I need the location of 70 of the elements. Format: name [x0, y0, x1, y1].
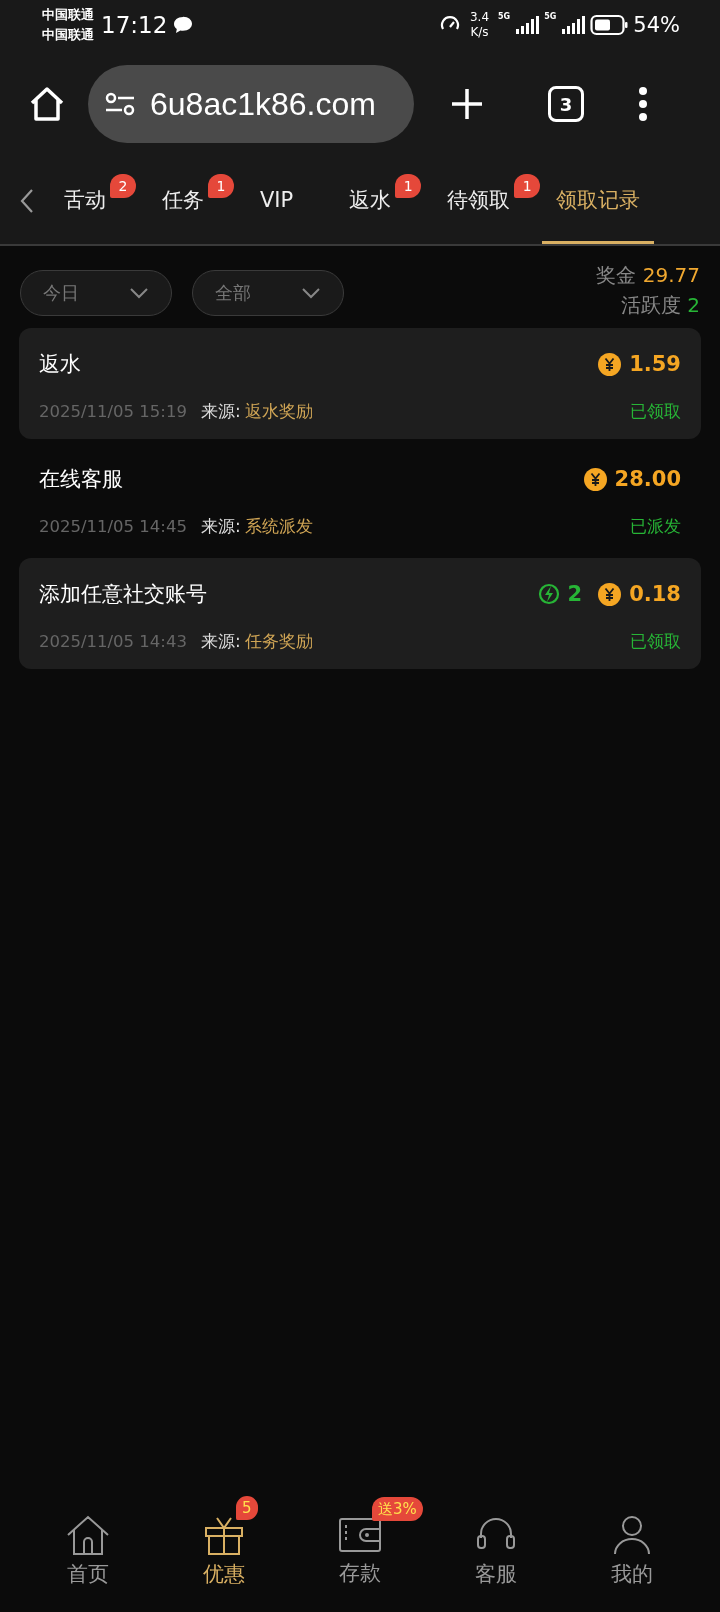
record-time: 2025/11/05 14:43	[39, 632, 187, 651]
activity-value: 2	[687, 293, 700, 317]
source-value: 任务奖励	[244, 630, 313, 653]
url-text: 6u8ac1k86.com	[150, 85, 376, 123]
source-value: 返水奖励	[244, 400, 313, 423]
person-icon	[612, 1514, 652, 1556]
promo-badge: 5	[236, 1496, 258, 1520]
status-text: 已领取	[630, 400, 681, 423]
count-badge: 1	[395, 174, 422, 198]
reward-amount: 1.59	[629, 352, 681, 376]
bonus-label: 奖金	[596, 263, 637, 287]
signal-icon	[561, 15, 586, 35]
nav-item[interactable]: 5 优惠	[164, 1492, 284, 1588]
record-time: 2025/11/05 15:19	[39, 402, 187, 421]
source-label: 来源:	[200, 515, 241, 538]
plus-icon[interactable]	[450, 87, 484, 121]
home-icon[interactable]	[28, 85, 66, 123]
category-tab[interactable]: 任务 1	[138, 158, 236, 244]
activity-reward: 2	[567, 582, 583, 606]
site-settings-icon[interactable]	[104, 91, 136, 117]
chat-bubble-icon	[172, 15, 195, 35]
carrier-name: 中国联通	[42, 26, 94, 44]
source-value: 系统派发	[244, 515, 313, 538]
chevron-down-icon	[129, 287, 149, 299]
wallet-icon	[338, 1515, 382, 1555]
category-tab[interactable]: 待领取 1	[423, 158, 543, 244]
record-title: 在线客服	[39, 466, 123, 493]
nav-item[interactable]: 客服	[436, 1492, 556, 1588]
record-title: 添加任意社交账号	[39, 581, 207, 608]
category-tab[interactable]: 领取记录	[542, 158, 655, 244]
battery-percent: 54%	[633, 13, 680, 37]
status-text: 已派发	[630, 515, 681, 538]
clock-time: 17:12	[101, 12, 168, 38]
address-bar[interactable]: 6u8ac1k86.com	[88, 65, 414, 143]
reward-amount: 0.18	[629, 582, 681, 606]
speed-value: 3.4	[469, 10, 490, 25]
carrier-name: 中国联通	[42, 6, 94, 24]
yuan-coin-icon	[598, 582, 622, 606]
signal-icon	[515, 15, 540, 35]
count-badge: 1	[208, 174, 234, 198]
promo-badge: 送3%	[372, 1497, 423, 1521]
yuan-coin-icon	[598, 352, 622, 376]
source-label: 来源:	[200, 630, 241, 653]
tab-count-button[interactable]: 3	[548, 86, 584, 122]
bonus-value: 29.77	[642, 263, 700, 287]
record-time: 2025/11/05 14:45	[39, 517, 187, 536]
house-icon	[65, 1514, 111, 1556]
source-label: 来源:	[200, 400, 241, 423]
activity-label: 活跃度	[620, 293, 681, 317]
reward-amount: 28.00	[614, 467, 681, 491]
more-menu-icon[interactable]	[638, 86, 648, 122]
battery-icon	[590, 14, 629, 36]
category-tab[interactable]: VIP	[236, 158, 326, 244]
nav-item[interactable]: 我的	[572, 1492, 692, 1588]
chevron-down-icon	[301, 287, 321, 299]
network-type: 5G	[544, 12, 557, 21]
filter-dropdown[interactable]: 全部	[192, 270, 344, 316]
status-text: 已领取	[630, 630, 681, 653]
nav-item[interactable]: 送3% 存款	[300, 1493, 420, 1587]
count-badge: 2	[110, 174, 136, 198]
record-title: 返水	[39, 351, 81, 378]
category-tab[interactable]: 返水 1	[325, 158, 424, 244]
count-badge: 1	[514, 174, 541, 198]
nav-item[interactable]: 首页	[28, 1492, 148, 1588]
category-tab[interactable]: 舌动 2	[40, 158, 138, 244]
yuan-coin-icon	[583, 467, 607, 491]
network-type: 5G	[498, 12, 511, 21]
lightning-icon	[537, 583, 560, 605]
speed-unit: K/s	[470, 25, 489, 40]
filter-dropdown[interactable]: 今日	[20, 270, 172, 316]
